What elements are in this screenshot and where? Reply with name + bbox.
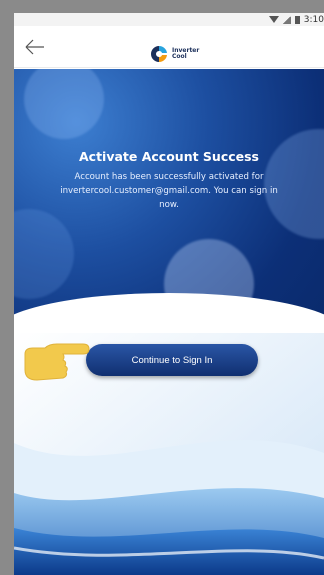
app-logo: Inverter Cool [149, 44, 199, 64]
wifi-icon [268, 16, 279, 23]
inverter-cool-logo-icon [149, 44, 169, 64]
bokeh-light [24, 69, 104, 139]
app-header: Inverter Cool [14, 26, 324, 68]
hero-banner: Activate Account Success Account has bee… [14, 69, 324, 334]
back-button[interactable] [22, 34, 48, 60]
battery-icon [294, 15, 300, 24]
page-title: Activate Account Success [78, 149, 260, 164]
arrow-left-icon [25, 39, 44, 55]
pointing-hand-icon [23, 340, 93, 388]
status-time: 3:10 [303, 14, 324, 25]
status-bar: 3:10 [14, 13, 324, 26]
logo-line2: Cool [172, 53, 187, 60]
success-message: Account has been successfully activated … [60, 172, 278, 210]
continue-to-sign-in-button[interactable]: Continue to Sign In [86, 344, 258, 376]
device-frame: 3:10 Inverter Cool Activate Account Succ… [0, 0, 324, 575]
status-icons: 3:10 [268, 13, 324, 26]
logo-text: Inverter Cool [172, 48, 199, 60]
phone-screen: 3:10 Inverter Cool Activate Account Succ… [14, 13, 324, 575]
hero-curve-divider [14, 293, 324, 334]
signal-icon [282, 15, 291, 24]
bokeh-light [14, 209, 74, 299]
